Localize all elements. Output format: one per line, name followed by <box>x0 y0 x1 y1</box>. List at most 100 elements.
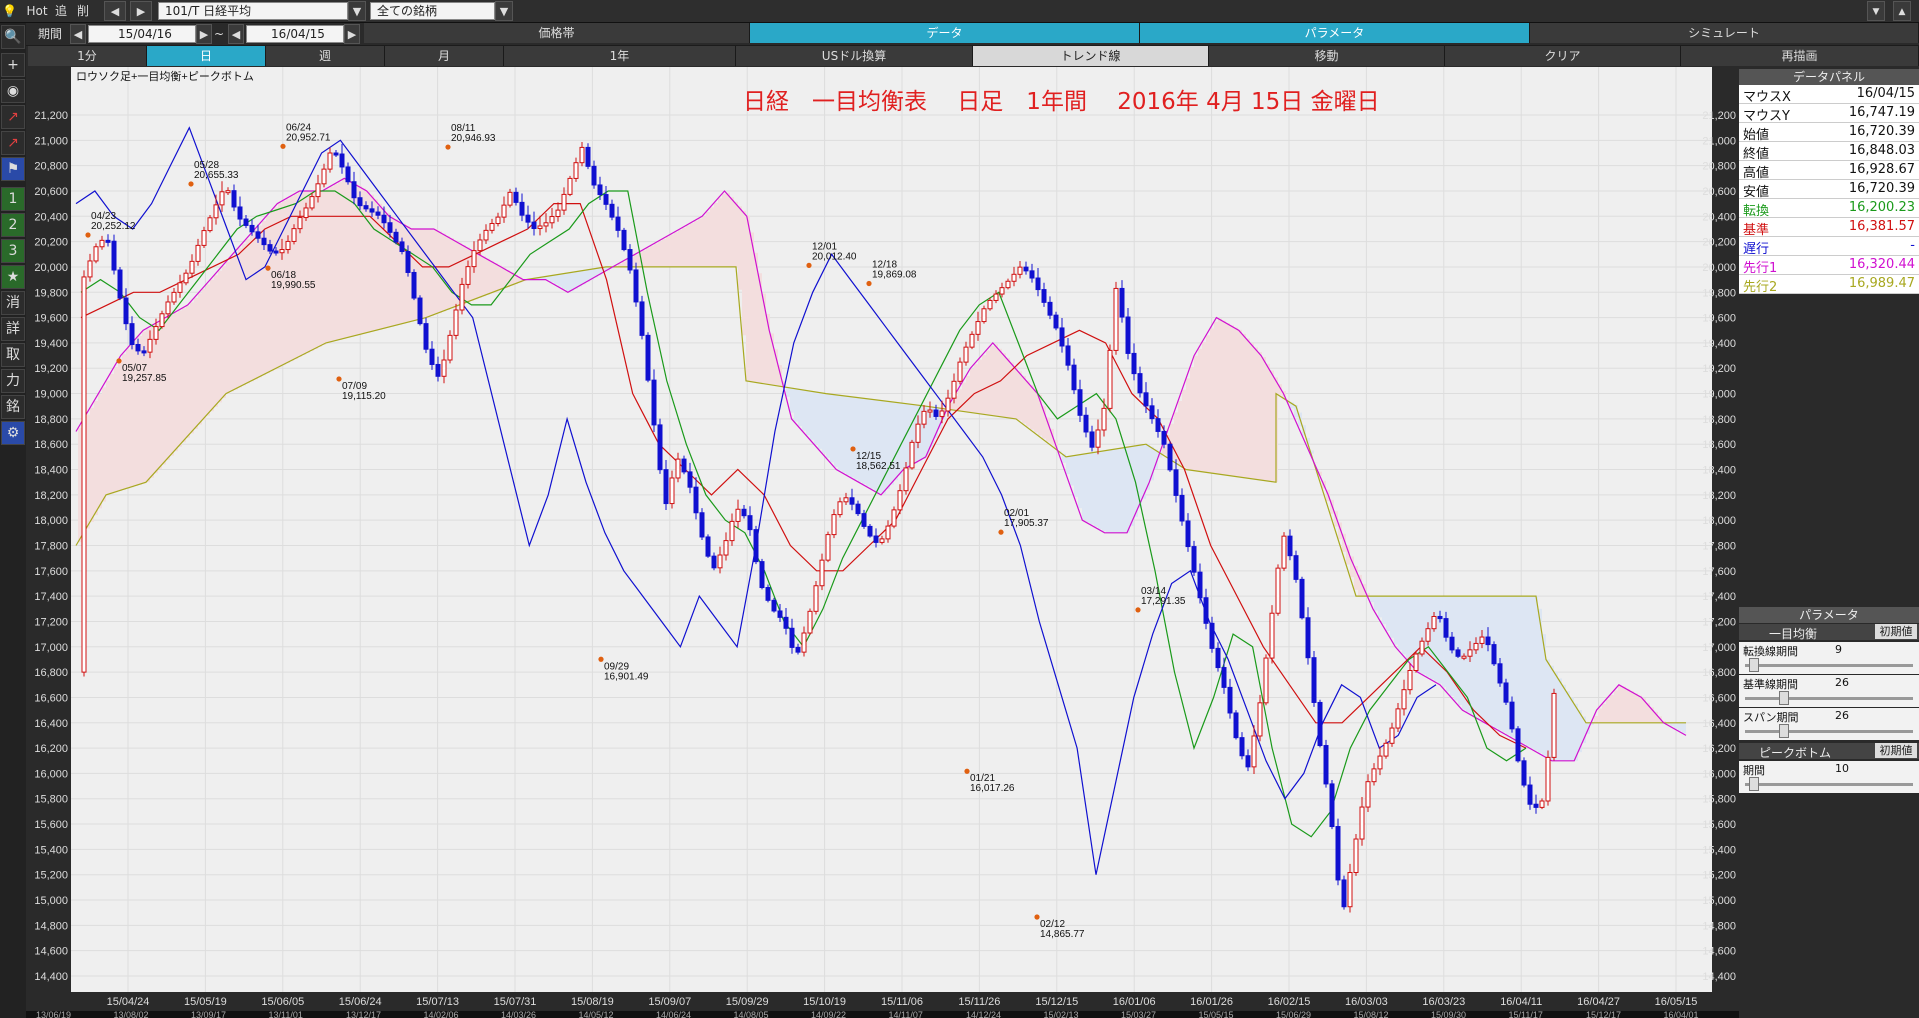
candle <box>1497 663 1503 684</box>
range-1year[interactable]: 1年 <box>504 46 736 66</box>
usd-convert-button[interactable]: USドル換算 <box>736 46 973 66</box>
candle <box>1209 622 1215 649</box>
star-icon[interactable]: ★ <box>1 265 25 289</box>
kumo-cloud <box>1102 451 1106 532</box>
three-icon[interactable]: 3 <box>1 239 25 263</box>
to-prev-icon[interactable]: ◀ <box>228 24 244 44</box>
tab-price-band[interactable]: 価格帯 <box>364 23 750 43</box>
gear-icon[interactable]: ⚙ <box>1 421 25 445</box>
next-symbol-icon[interactable]: ▶ <box>130 1 152 21</box>
candle <box>717 554 723 569</box>
trade-icon[interactable]: 取 <box>1 343 25 367</box>
window-dropdown-icon[interactable]: ▼ <box>1867 1 1885 21</box>
kumo-cloud <box>1218 318 1222 475</box>
kumo-cloud <box>222 266 226 398</box>
timeframe-day[interactable]: 日 <box>147 46 266 66</box>
span-slider-thumb[interactable] <box>1779 724 1789 738</box>
peak-reset-button[interactable]: 初期値 <box>1875 743 1917 758</box>
line-chart-icon[interactable]: ↗ <box>1 105 25 129</box>
y-tick-label: 18,400 <box>34 465 68 477</box>
candle <box>1107 349 1113 409</box>
from-prev-icon[interactable]: ◀ <box>70 24 86 44</box>
date-from-field[interactable]: 15/04/16 <box>88 25 196 43</box>
kumo-cloud <box>722 193 726 267</box>
trendline-button[interactable]: トレンド線 <box>973 46 1209 66</box>
detail-icon[interactable]: 詳 <box>1 317 25 341</box>
peak-period-label: 期間 <box>1743 764 1765 777</box>
clear-button[interactable]: クリア <box>1445 46 1681 66</box>
candle <box>387 222 393 233</box>
x-tick-label: 15/08/19 <box>571 996 614 1008</box>
timeframe-month[interactable]: 月 <box>385 46 504 66</box>
stock-icon[interactable]: 銘 <box>1 395 25 419</box>
kumo-cloud <box>726 192 730 267</box>
delete-button[interactable]: 削 <box>74 1 92 21</box>
hot-button[interactable]: Hot <box>24 1 50 21</box>
kumo-cloud <box>314 190 318 349</box>
to-next-icon[interactable]: ▶ <box>344 24 360 44</box>
ichimoku-chart[interactable]: 04/2320,252.1205/0719,257.8505/2820,655.… <box>26 67 1739 1018</box>
symbol-field[interactable]: 101/T 日経平均 <box>158 2 348 20</box>
move-button[interactable]: 移動 <box>1209 46 1445 66</box>
erase-icon[interactable]: 消 <box>1 291 25 315</box>
from-next-icon[interactable]: ▶ <box>196 24 212 44</box>
search-icon[interactable]: 🔍 <box>1 25 25 49</box>
tenkan-slider-thumb[interactable] <box>1749 658 1759 672</box>
one-icon[interactable]: 1 <box>1 187 25 211</box>
overview-tick-label: 14/12/24 <box>966 1010 1001 1018</box>
kijun-slider-thumb[interactable] <box>1779 691 1789 705</box>
kumo-cloud <box>214 275 218 407</box>
x-tick-label: 15/05/19 <box>184 996 227 1008</box>
candle <box>1125 316 1131 354</box>
two-icon[interactable]: 2 <box>1 213 25 237</box>
timeframe-1min[interactable]: 1分 <box>28 46 147 66</box>
redraw-button[interactable]: 再描画 <box>1681 46 1919 66</box>
kumo-cloud <box>706 211 710 267</box>
timeframe-week[interactable]: 週 <box>266 46 385 66</box>
kumo-cloud <box>550 275 554 283</box>
candle <box>1035 277 1041 291</box>
trend-icon[interactable]: ↗ <box>1 131 25 155</box>
candle <box>879 538 885 543</box>
candle <box>1341 879 1347 908</box>
peak-slider-thumb[interactable] <box>1749 777 1759 791</box>
y-tick-label: 16,400 <box>34 718 68 730</box>
candle <box>1185 520 1191 548</box>
window-up-icon[interactable]: ▲ <box>1893 1 1911 21</box>
candle <box>873 535 879 543</box>
flag-icon[interactable]: ⚑ <box>1 157 25 181</box>
kumo-cloud <box>962 382 966 412</box>
y-tick-label: 14,800 <box>34 920 68 932</box>
tab-parameter[interactable]: パラメータ <box>1140 23 1530 43</box>
y-tick-label-right: 18,600 <box>1702 439 1736 451</box>
candle <box>1515 728 1521 762</box>
tab-data[interactable]: データ <box>750 23 1140 43</box>
tab-simulate[interactable]: シミュレート <box>1530 23 1919 43</box>
candle <box>459 283 465 311</box>
universe-field[interactable]: 全ての銘柄 <box>370 2 495 20</box>
kumo-cloud <box>750 232 754 382</box>
power-icon[interactable]: 力 <box>1 369 25 393</box>
candle <box>555 209 561 218</box>
symbol-dropdown-icon[interactable]: ▼ <box>348 1 366 21</box>
candle <box>651 379 657 426</box>
kumo-cloud <box>378 203 382 330</box>
date-to-field[interactable]: 16/04/15 <box>246 25 344 43</box>
candle <box>1293 555 1299 580</box>
universe-dropdown-icon[interactable]: ▼ <box>495 1 513 21</box>
kumo-cloud <box>866 398 870 487</box>
x-tick-label: 15/07/31 <box>494 996 537 1008</box>
camera-icon[interactable]: ◉ <box>1 79 25 103</box>
crosshair-icon[interactable]: + <box>1 53 25 77</box>
peak-marker <box>265 265 271 271</box>
kumo-cloud <box>1122 448 1126 533</box>
kumo-cloud <box>310 190 314 352</box>
candle <box>243 218 249 226</box>
add-button[interactable]: 追 <box>52 1 70 21</box>
ichimoku-reset-button[interactable]: 初期値 <box>1875 624 1917 639</box>
prev-symbol-icon[interactable]: ◀ <box>104 1 126 21</box>
bulb-icon[interactable]: 💡 <box>2 1 17 21</box>
candle <box>657 424 663 471</box>
overview-tick-label: 15/11/17 <box>1509 1010 1543 1018</box>
peak-value-label: 16,901.49 <box>604 671 649 682</box>
